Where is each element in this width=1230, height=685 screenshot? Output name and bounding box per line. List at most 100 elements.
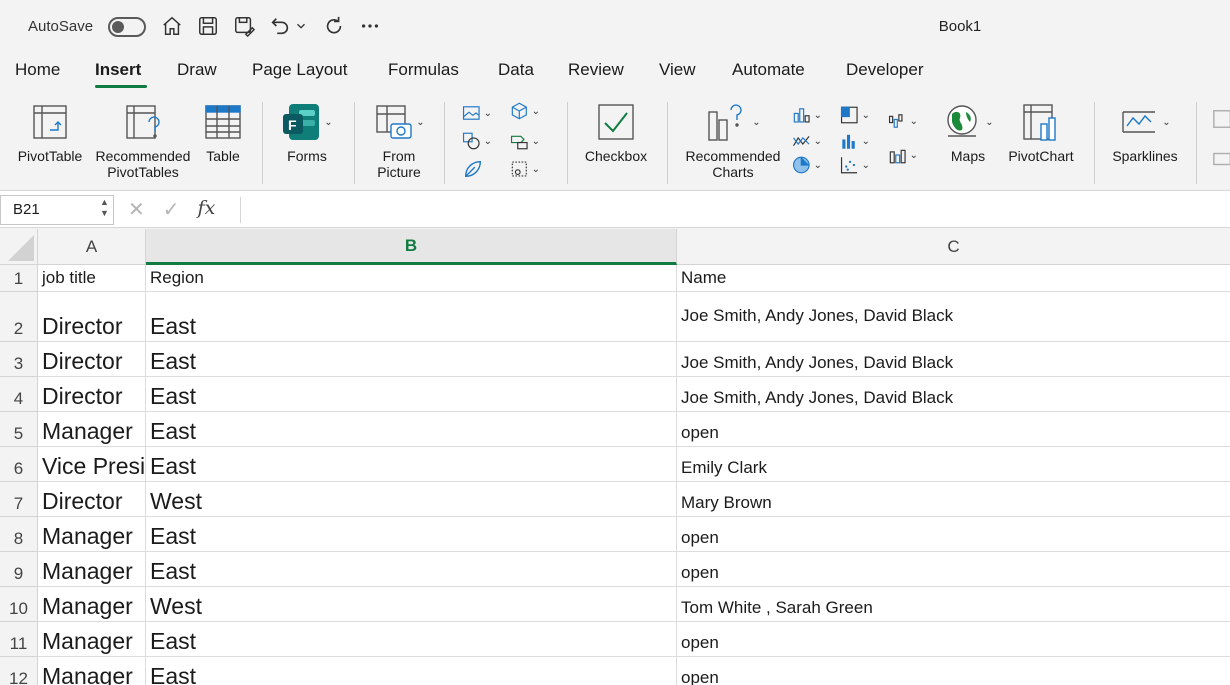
cell-c[interactable]: open xyxy=(677,412,1230,447)
3d-models-icon[interactable]: ⌄ xyxy=(510,100,540,122)
cell-c[interactable]: Joe Smith, Andy Jones, David Black xyxy=(677,377,1230,412)
statistic-chart-icon[interactable]: ⌄ xyxy=(840,130,870,152)
tab-view[interactable]: View xyxy=(659,60,696,80)
name-box-spinner-icon[interactable]: ▲ ▼ xyxy=(100,197,109,219)
tab-review[interactable]: Review xyxy=(568,60,624,80)
tab-automate[interactable]: Automate xyxy=(732,60,805,80)
cell-a[interactable]: job title xyxy=(38,265,146,292)
tab-page-layout[interactable]: Page Layout xyxy=(252,60,347,80)
line-chart-icon[interactable]: ⌄ xyxy=(792,130,822,152)
row-header[interactable]: 9 xyxy=(0,552,38,587)
cell-b[interactable]: East xyxy=(146,292,677,342)
cell-c[interactable]: Mary Brown xyxy=(677,482,1230,517)
row-header[interactable]: 4 xyxy=(0,377,38,412)
cell-a[interactable]: Manager xyxy=(38,657,146,685)
cell-c[interactable]: Tom White , Sarah Green xyxy=(677,587,1230,622)
pictures-icon[interactable]: ⌄ xyxy=(462,102,492,124)
cell-b[interactable]: East xyxy=(146,342,677,377)
insert-function-icon[interactable]: fx xyxy=(198,197,216,222)
sparklines-button[interactable]: ⌄ Sparklines xyxy=(1108,100,1182,164)
hierarchy-chart-icon[interactable]: ⌄ xyxy=(840,104,870,126)
enter-icon[interactable]: ✓ xyxy=(163,197,180,222)
recommended-charts-button[interactable]: ⌄ Recommended Charts xyxy=(680,100,786,180)
cell-c[interactable]: Joe Smith, Andy Jones, David Black xyxy=(677,292,1230,342)
tab-draw[interactable]: Draw xyxy=(177,60,217,80)
table-button[interactable]: Table xyxy=(200,100,246,164)
cell-a[interactable]: Director xyxy=(38,482,146,517)
row-header[interactable]: 12 xyxy=(0,657,38,685)
tab-data[interactable]: Data xyxy=(498,60,534,80)
autosave-toggle[interactable] xyxy=(108,17,146,37)
select-all-corner[interactable] xyxy=(0,229,38,265)
cell-b[interactable]: East xyxy=(146,377,677,412)
column-header-c[interactable]: C xyxy=(677,229,1230,265)
waterfall-chart-icon[interactable]: ⌄ xyxy=(888,110,918,132)
cell-c[interactable]: Name xyxy=(677,265,1230,292)
cell-b[interactable]: East xyxy=(146,622,677,657)
cell-a[interactable]: Manager xyxy=(38,587,146,622)
cell-b[interactable]: West xyxy=(146,587,677,622)
icons-icon[interactable] xyxy=(462,158,492,180)
cell-b[interactable]: Region xyxy=(146,265,677,292)
smartart-icon[interactable]: ⌄ xyxy=(510,130,540,152)
save-icon[interactable] xyxy=(196,14,220,38)
from-picture-button[interactable]: ⌄ From Picture xyxy=(368,100,430,180)
save-as-icon[interactable] xyxy=(232,14,256,38)
slicer-icon[interactable] xyxy=(1212,108,1230,130)
column-header-a[interactable]: A xyxy=(38,229,146,265)
cell-b[interactable]: West xyxy=(146,482,677,517)
row-header[interactable]: 11 xyxy=(0,622,38,657)
home-icon[interactable] xyxy=(160,14,184,38)
cell-c[interactable]: open xyxy=(677,517,1230,552)
row-header[interactable]: 7 xyxy=(0,482,38,517)
row-header[interactable]: 3 xyxy=(0,342,38,377)
tab-home[interactable]: Home xyxy=(15,60,60,80)
row-header[interactable]: 10 xyxy=(0,587,38,622)
cell-a[interactable]: Manager xyxy=(38,412,146,447)
redo-icon[interactable] xyxy=(322,14,346,38)
scatter-chart-icon[interactable]: ⌄ xyxy=(840,154,870,176)
row-header[interactable]: 1 xyxy=(0,265,38,292)
screenshot-icon[interactable]: ⌄ xyxy=(510,158,540,180)
column-chart-icon[interactable]: ⌄ xyxy=(792,104,822,126)
cell-a[interactable]: Manager xyxy=(38,517,146,552)
tab-insert[interactable]: Insert xyxy=(95,60,141,80)
checkbox-button[interactable]: Checkbox xyxy=(580,100,652,164)
cancel-icon[interactable]: ✕ xyxy=(128,197,145,222)
tab-formulas[interactable]: Formulas xyxy=(388,60,459,80)
forms-button[interactable]: F ⌄ Forms xyxy=(276,100,338,164)
undo-dropdown-icon[interactable] xyxy=(294,14,308,38)
row-header[interactable]: 5 xyxy=(0,412,38,447)
row-header[interactable]: 2 xyxy=(0,292,38,342)
cell-a[interactable]: Manager xyxy=(38,552,146,587)
maps-button[interactable]: ⌄ Maps xyxy=(940,100,996,164)
pie-chart-icon[interactable]: ⌄ xyxy=(792,154,822,176)
name-box[interactable]: B21 xyxy=(0,195,114,225)
cell-b[interactable]: East xyxy=(146,657,677,685)
cell-c[interactable]: Joe Smith, Andy Jones, David Black xyxy=(677,342,1230,377)
undo-icon[interactable] xyxy=(268,14,292,38)
row-header[interactable]: 6 xyxy=(0,447,38,482)
cell-c[interactable]: open xyxy=(677,552,1230,587)
cell-c[interactable]: open xyxy=(677,657,1230,685)
cell-c[interactable]: Emily Clark xyxy=(677,447,1230,482)
cell-a[interactable]: Director xyxy=(38,377,146,412)
cell-b[interactable]: East xyxy=(146,447,677,482)
cell-c[interactable]: open xyxy=(677,622,1230,657)
shapes-icon[interactable]: ⌄ xyxy=(462,130,492,152)
cell-a[interactable]: Manager xyxy=(38,622,146,657)
cell-b[interactable]: East xyxy=(146,552,677,587)
cell-a[interactable]: Vice President xyxy=(38,447,146,482)
pivottable-button[interactable]: PivotTable xyxy=(16,100,84,164)
worksheet-grid[interactable]: A B C 1 job title Region Name 2 Director East J… xyxy=(0,229,1230,685)
cell-a[interactable]: Director xyxy=(38,292,146,342)
row-header[interactable]: 8 xyxy=(0,517,38,552)
cell-b[interactable]: East xyxy=(146,412,677,447)
combo-chart-icon[interactable]: ⌄ xyxy=(888,144,918,166)
more-icon[interactable] xyxy=(358,14,382,38)
tab-developer[interactable]: Developer xyxy=(846,60,924,80)
recommended-pivottables-button[interactable]: Recommended PivotTables xyxy=(93,100,193,180)
pivotchart-button[interactable]: PivotChart xyxy=(1004,100,1078,164)
timeline-icon[interactable] xyxy=(1212,148,1230,170)
column-header-b[interactable]: B xyxy=(146,229,677,265)
